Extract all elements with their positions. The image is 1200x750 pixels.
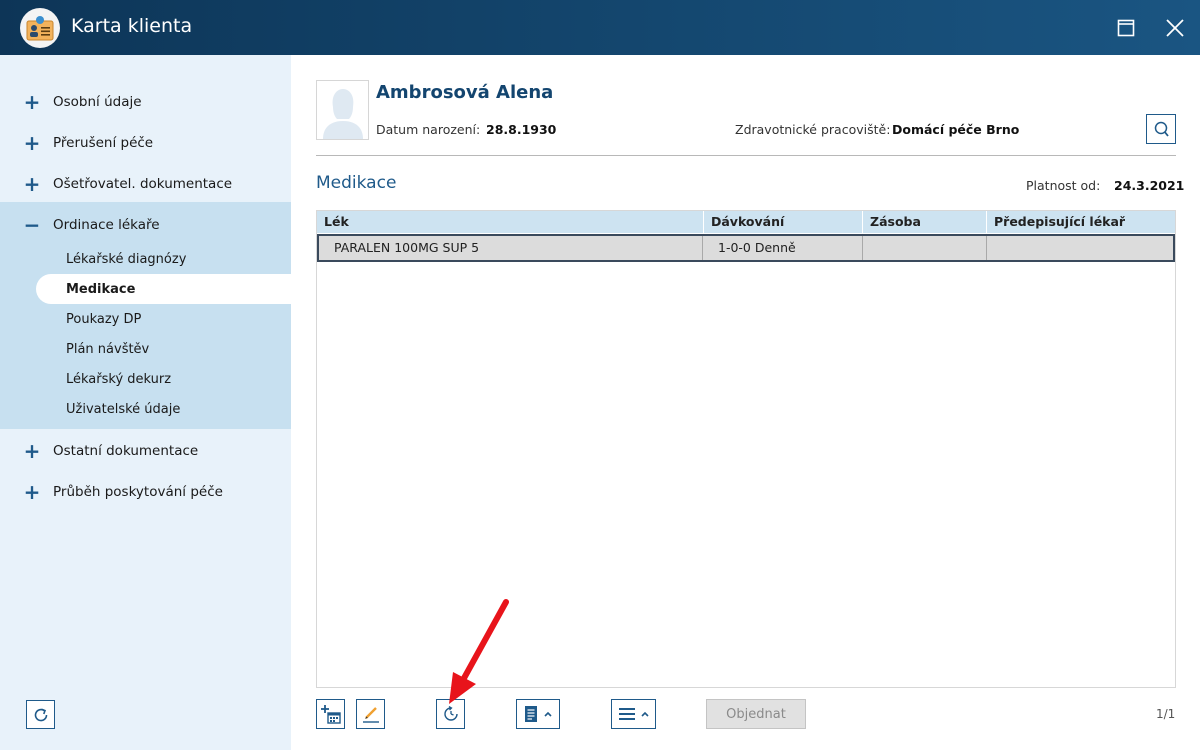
history-clock-icon xyxy=(443,705,458,721)
refresh-button[interactable] xyxy=(26,700,55,729)
sidebar-item-label: Osobní údaje xyxy=(53,93,142,110)
sidebar-subitem-medical-record[interactable]: Lékařský dekurz xyxy=(36,364,291,394)
window-title: Karta klienta xyxy=(71,15,193,37)
document-menu-button[interactable] xyxy=(516,699,560,729)
edit-button[interactable] xyxy=(356,699,385,729)
patient-avatar xyxy=(316,80,369,140)
close-icon xyxy=(1166,19,1184,37)
expand-plus-icon: + xyxy=(23,171,41,196)
section-title: Medikace xyxy=(316,173,397,193)
sidebar-item-doctor-office[interactable]: − Ordinace lékaře xyxy=(0,204,291,245)
main-panel: Ambrosová Alena Datum narození: 28.8.193… xyxy=(291,55,1200,750)
sidebar-item-label: Přerušení péče xyxy=(53,134,154,151)
sidebar-subitem-vouchers[interactable]: Poukazy DP xyxy=(36,304,291,334)
add-calendar-icon xyxy=(320,705,341,724)
sidebar-item-care-interruption[interactable]: + Přerušení péče xyxy=(0,122,291,163)
sidebar-subitem-user-data[interactable]: Uživatelské údaje xyxy=(36,394,291,424)
close-button[interactable] xyxy=(1160,13,1190,43)
sidebar: + Osobní údaje + Přerušení péče + Ošetřo… xyxy=(0,55,291,750)
column-header-dosage[interactable]: Dávkování xyxy=(704,211,863,233)
sidebar-subitem-visit-plan[interactable]: Plán návštěv xyxy=(36,334,291,364)
cell-drug: PARALEN 100MG SUP 5 xyxy=(319,236,703,260)
search-button[interactable] xyxy=(1146,114,1176,144)
document-menu-icon xyxy=(525,706,552,722)
collapse-minus-icon: − xyxy=(23,212,41,237)
sidebar-subitem-diagnoses[interactable]: Lékařské diagnózy xyxy=(36,244,291,274)
sidebar-subitem-medication[interactable]: Medikace xyxy=(36,274,291,304)
sidebar-item-label: Ordinace lékaře xyxy=(53,216,160,233)
expand-plus-icon: + xyxy=(23,89,41,114)
birth-date-label: Datum narození: xyxy=(376,122,481,137)
cell-dosage: 1-0-0 Denně xyxy=(703,236,863,260)
patient-name: Ambrosová Alena xyxy=(376,82,554,103)
sidebar-item-label: Ošetřovatel. dokumentace xyxy=(53,175,233,192)
order-button[interactable]: Objednat xyxy=(706,699,806,729)
maximize-button[interactable] xyxy=(1111,13,1141,43)
history-button[interactable] xyxy=(436,699,465,729)
table-header: Lék Dávkování Zásoba Předepisující lékař xyxy=(317,211,1175,233)
person-silhouette-icon xyxy=(322,89,363,139)
column-header-prescriber[interactable]: Předepisující lékař xyxy=(987,211,1175,233)
edit-pencil-icon xyxy=(362,707,379,723)
magnifier-icon xyxy=(1154,121,1169,137)
sidebar-item-label: Průběh poskytování péče xyxy=(53,483,223,500)
table-row[interactable]: PARALEN 100MG SUP 5 1-0-0 Denně xyxy=(317,234,1175,262)
add-medication-button[interactable] xyxy=(316,699,345,729)
sidebar-item-label: Ostatní dokumentace xyxy=(53,442,199,459)
expand-plus-icon: + xyxy=(23,130,41,155)
column-header-stock[interactable]: Zásoba xyxy=(863,211,987,233)
cell-prescriber xyxy=(987,236,1173,260)
medication-table: Lék Dávkování Zásoba Předepisující lékař… xyxy=(316,210,1176,688)
title-bar: Karta klienta xyxy=(0,0,1200,55)
expand-plus-icon: + xyxy=(23,438,41,463)
refresh-icon xyxy=(34,707,47,721)
valid-from-value: 24.3.2021 xyxy=(1114,178,1185,193)
birth-date-value: 28.8.1930 xyxy=(486,122,557,137)
workplace-label: Zdravotnické pracoviště: xyxy=(735,122,891,137)
sidebar-item-care-progress[interactable]: + Průběh poskytování péče xyxy=(0,471,291,512)
expand-plus-icon: + xyxy=(23,479,41,504)
list-menu-button[interactable] xyxy=(611,699,656,729)
maximize-icon xyxy=(1117,19,1135,37)
column-header-drug[interactable]: Lék xyxy=(317,211,704,233)
workplace-value: Domácí péče Brno xyxy=(892,122,1020,137)
header-divider xyxy=(316,155,1176,156)
valid-from-label: Platnost od: xyxy=(1026,178,1101,193)
sidebar-item-nursing-documentation[interactable]: + Ošetřovatel. dokumentace xyxy=(0,163,291,204)
list-menu-icon xyxy=(618,708,649,720)
client-card-icon xyxy=(20,8,60,48)
cell-stock xyxy=(863,236,987,260)
pagination-indicator: 1/1 xyxy=(1156,707,1176,721)
sidebar-item-personal-data[interactable]: + Osobní údaje xyxy=(0,81,291,122)
sidebar-item-other-documentation[interactable]: + Ostatní dokumentace xyxy=(0,430,291,471)
